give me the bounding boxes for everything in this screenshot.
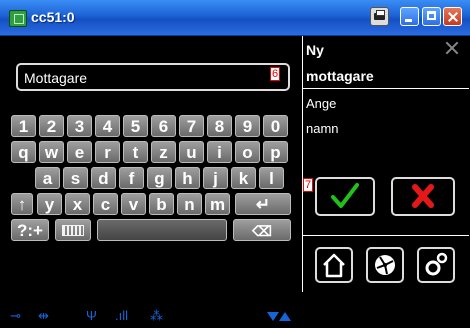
key-8[interactable]: 8 bbox=[207, 115, 232, 137]
key-j[interactable]: j bbox=[203, 167, 228, 189]
key-o[interactable]: o bbox=[235, 141, 260, 163]
enter-arrow-icon: ↵ bbox=[255, 195, 271, 214]
connection-icon: ⇹ bbox=[38, 308, 49, 323]
close-button[interactable] bbox=[443, 7, 462, 26]
key-r[interactable]: r bbox=[95, 141, 120, 163]
cancel-button[interactable] bbox=[391, 177, 455, 216]
status-bar: ⊸ ⇹ Ψ .ıll ⁂ bbox=[2, 308, 299, 328]
key-v[interactable]: v bbox=[121, 193, 146, 215]
key-6[interactable]: 6 bbox=[151, 115, 176, 137]
instruction-line1: Ange bbox=[306, 96, 337, 111]
key-2[interactable]: 2 bbox=[39, 115, 64, 137]
cross-icon bbox=[412, 184, 434, 208]
signal-strength-icon: .ıll bbox=[115, 308, 128, 323]
enter-key[interactable]: ↵ bbox=[235, 193, 291, 215]
settings-button[interactable] bbox=[417, 247, 455, 283]
maximize-button[interactable] bbox=[422, 7, 441, 26]
key-q[interactable]: q bbox=[11, 141, 36, 163]
instruction-line2: namn bbox=[306, 121, 339, 136]
key-4[interactable]: 4 bbox=[95, 115, 120, 137]
key-3[interactable]: 3 bbox=[67, 115, 92, 137]
key-f[interactable]: f bbox=[119, 167, 144, 189]
key-m[interactable]: m bbox=[205, 193, 230, 215]
panel-title-line2: mottagare bbox=[306, 68, 374, 84]
fan-icon bbox=[375, 255, 395, 275]
shift-key[interactable]: ↑ bbox=[11, 193, 33, 215]
ventilation-button[interactable] bbox=[366, 247, 404, 283]
backspace-key[interactable]: ⌫ bbox=[233, 219, 291, 241]
keyboard-layout-key[interactable] bbox=[55, 219, 91, 241]
key-g[interactable]: g bbox=[147, 167, 172, 189]
ok-number-badge: 7 bbox=[303, 178, 314, 192]
text-input[interactable]: Mottagare bbox=[16, 63, 290, 91]
key-9[interactable]: 9 bbox=[235, 115, 260, 137]
key-e[interactable]: e bbox=[67, 141, 92, 163]
key-c[interactable]: c bbox=[93, 193, 118, 215]
home-icon bbox=[323, 253, 345, 278]
network-icon: ⁂ bbox=[150, 308, 163, 323]
scroll-down-icon[interactable] bbox=[267, 312, 279, 321]
key-n[interactable]: n bbox=[177, 193, 202, 215]
key-x[interactable]: x bbox=[65, 193, 90, 215]
close-panel-icon[interactable] bbox=[445, 41, 459, 55]
checkmark-icon bbox=[331, 183, 359, 208]
field-number-badge: 6 bbox=[270, 67, 281, 81]
text-input-value: Mottagare bbox=[24, 70, 88, 86]
key-b[interactable]: b bbox=[149, 193, 174, 215]
key-p[interactable]: p bbox=[263, 141, 288, 163]
symbols-key[interactable]: ?:+ bbox=[11, 219, 49, 241]
key-k[interactable]: k bbox=[231, 167, 256, 189]
gear-icon bbox=[425, 252, 448, 276]
panel-title-line1: Ny bbox=[306, 42, 324, 58]
key-s[interactable]: s bbox=[63, 167, 88, 189]
minimize-button[interactable] bbox=[400, 7, 419, 26]
shift-arrow-icon: ↑ bbox=[17, 195, 27, 214]
power-icon: ⊸ bbox=[10, 308, 21, 323]
window-title: cc51:0 bbox=[31, 9, 75, 25]
antenna-icon: Ψ bbox=[86, 308, 97, 323]
ok-button[interactable] bbox=[315, 177, 375, 216]
key-t[interactable]: t bbox=[123, 141, 148, 163]
keyboard-icon bbox=[62, 225, 84, 236]
print-icon[interactable] bbox=[370, 7, 389, 26]
key-5[interactable]: 5 bbox=[123, 115, 148, 137]
key-h[interactable]: h bbox=[175, 167, 200, 189]
key-1[interactable]: 1 bbox=[11, 115, 36, 137]
scroll-up-icon[interactable] bbox=[279, 312, 291, 321]
keyboard-panel: Mottagare 6 1234567890qwertzuiopasdfghjk… bbox=[2, 36, 299, 323]
key-l[interactable]: l bbox=[259, 167, 284, 189]
app-icon bbox=[9, 10, 27, 27]
space-key[interactable] bbox=[97, 219, 227, 241]
key-z[interactable]: z bbox=[151, 141, 176, 163]
key-w[interactable]: w bbox=[39, 141, 64, 163]
divider bbox=[303, 88, 469, 89]
backspace-icon: ⌫ bbox=[252, 223, 272, 239]
key-0[interactable]: 0 bbox=[263, 115, 288, 137]
window: cc51:0 Mottagare 6 1234567890qwertzuiopa… bbox=[0, 0, 470, 323]
home-button[interactable] bbox=[315, 247, 353, 283]
key-7[interactable]: 7 bbox=[179, 115, 204, 137]
divider bbox=[303, 235, 469, 236]
key-u[interactable]: u bbox=[179, 141, 204, 163]
key-i[interactable]: i bbox=[207, 141, 232, 163]
key-a[interactable]: a bbox=[35, 167, 60, 189]
side-panel: Ny mottagare Ange namn 7 bbox=[302, 36, 469, 292]
title-bar: cc51:0 bbox=[0, 0, 470, 36]
key-d[interactable]: d bbox=[91, 167, 116, 189]
key-y[interactable]: y bbox=[37, 193, 62, 215]
